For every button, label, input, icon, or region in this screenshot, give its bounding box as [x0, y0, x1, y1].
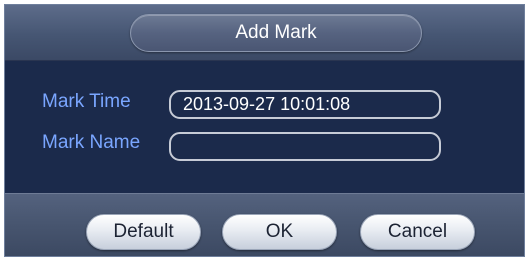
- mark-name-field[interactable]: [169, 132, 441, 161]
- title-bar: Add Mark: [5, 5, 524, 61]
- mark-time-field[interactable]: 2013-09-27 10:01:08: [169, 90, 441, 119]
- cancel-button[interactable]: Cancel: [360, 214, 475, 250]
- ok-button[interactable]: OK: [222, 214, 337, 250]
- dialog-title: Add Mark: [130, 14, 422, 52]
- form-area: Mark Time 2013-09-27 10:01:08 Mark Name: [5, 61, 524, 193]
- mark-name-label: Mark Name: [42, 132, 141, 153]
- add-mark-dialog: Add Mark Mark Time 2013-09-27 10:01:08 M…: [4, 4, 525, 257]
- mark-time-label: Mark Time: [42, 91, 131, 112]
- default-button[interactable]: Default: [86, 214, 201, 250]
- button-bar: Default OK Cancel: [5, 193, 524, 256]
